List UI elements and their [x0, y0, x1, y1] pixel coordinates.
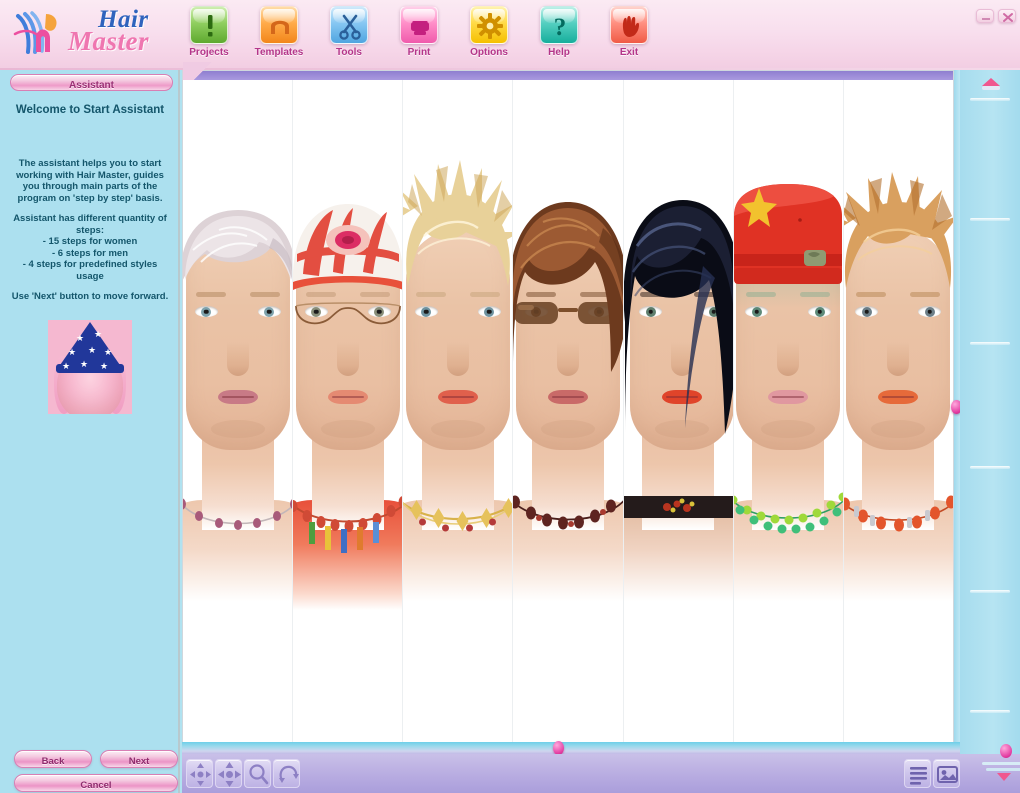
hairstyle-preview-canvas[interactable]	[182, 62, 954, 743]
portrait-strip-7[interactable]	[843, 80, 953, 743]
gear-icon	[470, 6, 508, 44]
hair-black-asymmetric-sweep	[623, 200, 733, 434]
toolbar-label-tools: Tools	[336, 47, 362, 58]
printer-icon	[400, 6, 438, 44]
image-view-button[interactable]	[933, 759, 960, 788]
toolbar-label-print: Print	[407, 47, 431, 58]
minimize-icon	[982, 18, 990, 20]
bottom-toolbar	[182, 754, 1020, 793]
toolbar-label-help: Help	[548, 47, 570, 58]
toolbar-label-templates: Templates	[254, 47, 304, 58]
toolbar-button-exit[interactable]: Exit	[596, 6, 662, 68]
bottom-right-decoration	[982, 762, 1020, 784]
top-toolbar: Hair Master Projects Templates Tools Pri…	[0, 0, 1020, 70]
toolbar-label-options: Options	[470, 47, 508, 58]
zoom-tool[interactable]	[244, 759, 271, 788]
toolbar-button-options[interactable]: Options	[456, 6, 522, 68]
assistant-wizard-portrait: ★ ★ ★ ★ ★ ★ ★ ★	[48, 320, 132, 414]
toolbar-button-print[interactable]: Print	[386, 6, 452, 68]
app-title: Hair Master	[68, 4, 182, 60]
assistant-tab[interactable]: Assistant	[10, 74, 173, 91]
sidebar-step-3: - 4 steps for predefined styles usage	[22, 259, 158, 282]
rotate-icon	[279, 765, 299, 783]
bottom-right-tools	[904, 759, 960, 788]
sidebar-paragraph-1: The assistant helps you to start working…	[16, 158, 164, 204]
gold-statement-necklace	[403, 498, 513, 532]
canvas-title-bar	[183, 62, 953, 80]
next-button-label: Next	[128, 756, 150, 767]
portrait-strip-2[interactable]	[293, 80, 404, 743]
toolbar-label-projects: Projects	[189, 47, 229, 58]
toolbar-label-exit: Exit	[619, 47, 639, 58]
hair-red-floral-headscarf	[293, 204, 403, 290]
hair-short-platinum-pixie	[183, 210, 293, 283]
next-button[interactable]: Next	[100, 750, 178, 768]
scissors-icon	[330, 6, 368, 44]
list-lines-icon	[910, 767, 927, 785]
back-button[interactable]: Back	[14, 750, 92, 768]
sidebar-step-1: - 15 steps for women	[42, 236, 138, 247]
hair-copper-spiky-short	[843, 172, 953, 288]
assistant-tab-label: Assistant	[68, 80, 114, 91]
sidebar-steps-intro: Assistant has different quantity of step…	[13, 213, 167, 236]
dark-bead-necklace	[513, 495, 623, 530]
sidebar-body: The assistant helps you to start working…	[8, 158, 172, 312]
close-button[interactable]	[998, 9, 1016, 23]
hand-wave-icon	[610, 6, 648, 44]
sidebar-paragraph-3: Use 'Next' button to move forward.	[11, 291, 169, 302]
black-leather-choker	[623, 496, 733, 518]
minimize-button[interactable]	[976, 9, 994, 23]
portrait-strip-3[interactable]	[403, 80, 514, 743]
beaded-choker	[183, 498, 293, 530]
list-view-button[interactable]	[904, 759, 931, 788]
cancel-button-label: Cancel	[80, 780, 112, 791]
collapse-arrow-icon[interactable]	[982, 78, 1000, 90]
move-tool[interactable]	[186, 759, 213, 788]
close-icon	[1003, 13, 1013, 22]
orange-coral-necklace	[843, 495, 953, 532]
svg-text:?: ?	[554, 14, 567, 41]
hair-template-icon	[260, 6, 298, 44]
sidebar-title: Welcome to Start Assistant	[15, 104, 165, 116]
move-arrows-icon	[190, 763, 211, 786]
pan-tool[interactable]	[215, 759, 242, 788]
left-sidebar: Assistant Welcome to Start Assistant The…	[0, 70, 180, 793]
bottom-left-tools	[186, 759, 300, 788]
coral-bead-necklace	[293, 496, 403, 553]
right-panel	[960, 70, 1020, 793]
portrait-strip-4[interactable]	[513, 80, 624, 743]
portrait-strip-row	[183, 80, 953, 743]
toolbar-button-tools[interactable]: Tools	[316, 6, 382, 68]
toolbar-button-templates[interactable]: Templates	[246, 6, 312, 68]
hair-red-military-cap	[734, 184, 843, 284]
application-window: Hair Master Projects Templates Tools Pri…	[0, 0, 1020, 793]
rotate-tool[interactable]	[273, 759, 300, 788]
back-button-label: Back	[41, 756, 65, 767]
hair-auburn-layered-bob	[513, 202, 623, 372]
horizontal-splitter-handle[interactable]	[553, 741, 564, 755]
toolbar-button-projects[interactable]: Projects	[176, 6, 242, 68]
corner-handle[interactable]	[1000, 744, 1012, 758]
magnifier-icon	[249, 764, 269, 785]
image-icon	[937, 766, 958, 783]
green-bead-necklace	[733, 492, 843, 534]
pan-arrows-icon	[218, 762, 241, 787]
sidebar-step-2: - 6 steps for men	[51, 247, 129, 259]
hair-spiky-blonde	[403, 160, 513, 286]
hm-monogram-icon	[13, 11, 57, 54]
toolbar-button-help[interactable]: ? Help	[526, 6, 592, 68]
app-title-line2: Master	[68, 26, 150, 56]
horizontal-splitter[interactable]	[182, 742, 1020, 754]
exclamation-icon	[190, 6, 228, 44]
app-logo: Hair Master	[8, 4, 180, 60]
cancel-button[interactable]: Cancel	[14, 774, 178, 792]
question-mark-icon: ?	[540, 6, 578, 44]
portrait-strip-6[interactable]	[733, 80, 844, 743]
portrait-strip-5[interactable]	[623, 80, 734, 743]
portrait-strip-1[interactable]	[183, 80, 294, 743]
